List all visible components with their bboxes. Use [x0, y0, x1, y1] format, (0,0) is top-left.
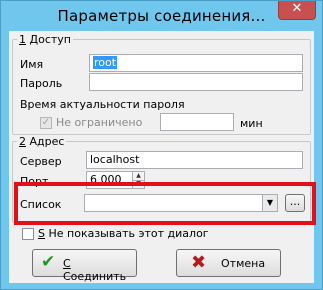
minutes-label: мин [240, 117, 263, 130]
address-group-legend: 2 Адрес [17, 135, 66, 148]
close-icon: ✕ [291, 1, 303, 16]
server-input[interactable]: localhost [86, 151, 303, 169]
password-label: Пароль [20, 77, 63, 90]
cross-icon: ✖ [191, 252, 207, 273]
name-input-value: root [93, 56, 118, 69]
password-relevance-label: Время актуальности пароля [20, 98, 185, 111]
connect-button-label: C Соединить [63, 257, 127, 283]
checkmark-icon: ✔ [41, 252, 56, 272]
cancel-button[interactable]: ✖ Отмена [176, 249, 281, 277]
highlight-frame [14, 182, 316, 225]
dont-show-label: S Не показывать этот диалог [38, 227, 209, 240]
dont-show-checkbox[interactable] [22, 228, 34, 240]
unlimited-label: Не ограничено [56, 116, 143, 129]
cancel-button-label: Отмена [221, 257, 266, 270]
close-button[interactable]: ✕ [278, 1, 316, 20]
minutes-input[interactable] [160, 113, 234, 131]
server-label: Сервер [20, 155, 62, 168]
access-legend-text: 1 Доступ [19, 33, 71, 46]
name-label: Имя [20, 58, 44, 71]
unlimited-checkbox[interactable]: ✓ [40, 117, 52, 129]
password-input[interactable] [89, 73, 303, 91]
access-group-legend: 1 Доступ [17, 33, 73, 46]
name-input[interactable]: root [89, 54, 303, 72]
window-title: Параметры соединения... [57, 7, 266, 25]
connect-button[interactable]: ✔ C Соединить [32, 249, 137, 283]
dialog-window: Параметры соединения... ✕ 1 Доступ Имя r… [0, 0, 323, 290]
address-legend-text: 2 Адрес [19, 135, 65, 148]
checkmark-icon: ✓ [41, 117, 51, 128]
dialog-client-area: 1 Доступ Имя root Пароль Время актуально… [9, 31, 316, 283]
title-bar[interactable]: Параметры соединения... ✕ [1, 1, 322, 31]
